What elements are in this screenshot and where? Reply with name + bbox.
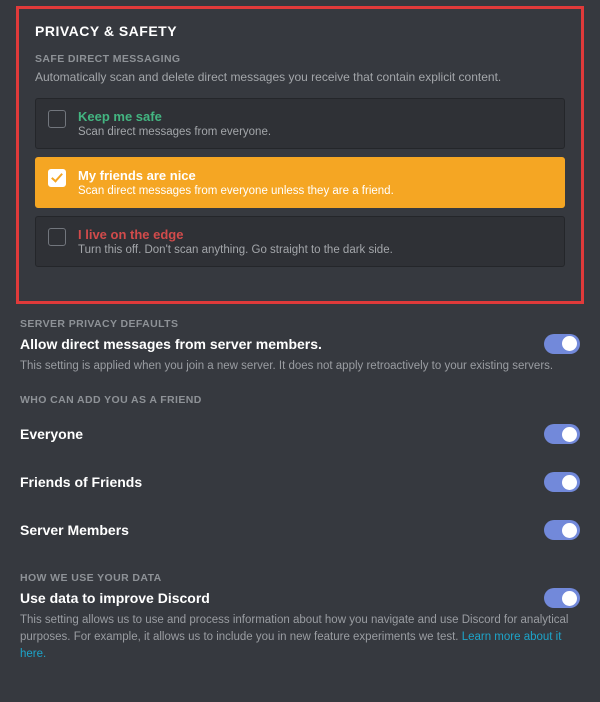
- checkbox-icon: [48, 169, 66, 187]
- option-title: My friends are nice: [78, 168, 552, 183]
- friend-row-fof: Friends of Friends: [20, 458, 580, 506]
- option-sub: Scan direct messages from everyone unles…: [78, 185, 552, 197]
- allow-dm-label: Allow direct messages from server member…: [20, 336, 322, 352]
- option-title: I live on the edge: [78, 227, 552, 242]
- option-title: Keep me safe: [78, 109, 552, 124]
- data-improve-label: Use data to improve Discord: [20, 590, 210, 606]
- allow-dm-row: Allow direct messages from server member…: [20, 334, 580, 354]
- data-use-heading: HOW WE USE YOUR DATA: [20, 572, 580, 584]
- friend-row-everyone: Everyone: [20, 410, 580, 458]
- friend-add-heading: WHO CAN ADD YOU AS A FRIEND: [20, 394, 580, 406]
- friend-toggle-everyone[interactable]: [544, 424, 580, 444]
- data-improve-toggle[interactable]: [544, 588, 580, 608]
- allow-dm-toggle[interactable]: [544, 334, 580, 354]
- data-improve-note: This setting allows us to use and proces…: [20, 612, 580, 662]
- option-live-edge[interactable]: I live on the edge Turn this off. Don't …: [35, 216, 565, 267]
- data-improve-row: Use data to improve Discord: [20, 588, 580, 608]
- page-title: PRIVACY & SAFETY: [35, 23, 565, 39]
- option-sub: Scan direct messages from everyone.: [78, 126, 552, 138]
- friend-label: Everyone: [20, 426, 83, 442]
- safe-dm-heading: SAFE DIRECT MESSAGING: [35, 53, 565, 65]
- checkbox-icon: [48, 228, 66, 246]
- friend-label: Server Members: [20, 522, 129, 538]
- friend-row-server-members: Server Members: [20, 506, 580, 554]
- friend-label: Friends of Friends: [20, 474, 142, 490]
- option-keep-me-safe[interactable]: Keep me safe Scan direct messages from e…: [35, 98, 565, 149]
- privacy-settings-page: PRIVACY & SAFETY SAFE DIRECT MESSAGING A…: [0, 6, 600, 702]
- friend-toggle-fof[interactable]: [544, 472, 580, 492]
- friend-toggle-server-members[interactable]: [544, 520, 580, 540]
- checkbox-icon: [48, 110, 66, 128]
- server-privacy-heading: SERVER PRIVACY DEFAULTS: [20, 318, 580, 330]
- safe-dm-highlight: PRIVACY & SAFETY SAFE DIRECT MESSAGING A…: [16, 6, 584, 304]
- safe-dm-desc: Automatically scan and delete direct mes…: [35, 69, 565, 86]
- option-friends-nice[interactable]: My friends are nice Scan direct messages…: [35, 157, 565, 208]
- option-sub: Turn this off. Don't scan anything. Go s…: [78, 244, 552, 256]
- allow-dm-note: This setting is applied when you join a …: [20, 358, 580, 375]
